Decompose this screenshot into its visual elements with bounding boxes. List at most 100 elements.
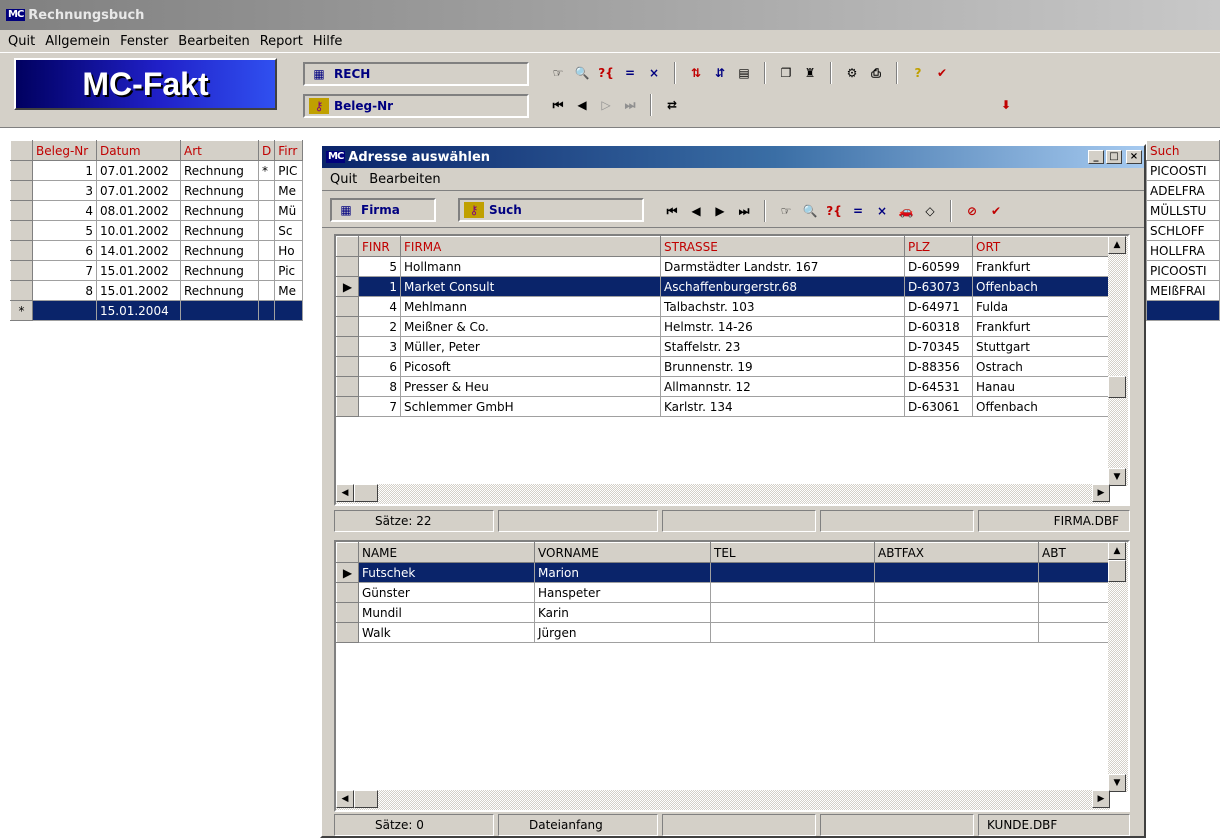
col-firma[interactable]: Firr: [274, 140, 304, 161]
scroll-left-icon[interactable]: ◀: [336, 484, 354, 502]
dialog-key-selector[interactable]: ⚷ Such: [458, 198, 644, 222]
menu-quit[interactable]: Quit: [8, 34, 35, 49]
col-name[interactable]: NAME: [358, 542, 535, 563]
zoom-icon[interactable]: 🔍: [572, 65, 592, 81]
col-datum[interactable]: Datum: [96, 140, 181, 161]
firms-horizontal-scrollbar[interactable]: ◀ ▶: [336, 484, 1110, 504]
table-row[interactable]: 1 07.01.2002 Rechnung * PIC: [10, 160, 304, 181]
col-plz[interactable]: PLZ: [904, 236, 973, 257]
checkmark-icon[interactable]: ✔: [932, 65, 952, 81]
menu-allgemein[interactable]: Allgemein: [45, 34, 110, 49]
stamp-icon[interactable]: ♜: [800, 65, 820, 81]
move-up-icon[interactable]: ⇅: [686, 65, 706, 81]
new-record-row[interactable]: [1146, 300, 1220, 321]
menu-bearbeiten[interactable]: Bearbeiten: [178, 34, 249, 49]
table-row[interactable]: 4 08.01.2002 Rechnung Mü: [10, 200, 304, 221]
dialog-table-selector[interactable]: ▦ Firma: [330, 198, 436, 222]
table-row[interactable]: MÜLLSTU: [1146, 200, 1220, 221]
col-beleg-nr[interactable]: Beleg-Nr: [32, 140, 97, 161]
table-row[interactable]: 5 Hollmann Darmstädter Landstr. 167 D-60599…: [336, 256, 1110, 277]
prev-record-icon[interactable]: ◀: [686, 203, 706, 219]
delete-icon[interactable]: ×: [872, 203, 892, 219]
table-row[interactable]: 6 Picosoft Brunnenstr. 19 D-88356 Ostrach: [336, 356, 1110, 377]
insert-icon[interactable]: =: [620, 65, 640, 81]
first-record-icon[interactable]: ⏮: [662, 203, 682, 219]
last-record-icon[interactable]: ⏭: [734, 203, 754, 219]
scroll-down-icon[interactable]: ▼: [1108, 468, 1126, 486]
table-row[interactable]: 6 14.01.2002 Rechnung Ho: [10, 240, 304, 261]
table-row[interactable]: PICOOSTI: [1146, 260, 1220, 281]
menu-fenster[interactable]: Fenster: [120, 34, 168, 49]
edit-record-icon[interactable]: ☞: [776, 203, 796, 219]
next-record-icon[interactable]: ▶: [710, 203, 730, 219]
table-row[interactable]: MEIßFRAI: [1146, 280, 1220, 301]
col-vorname[interactable]: VORNAME: [534, 542, 711, 563]
firms-vertical-scrollbar[interactable]: ▲ ▼: [1108, 236, 1128, 486]
car-icon[interactable]: 🚗: [896, 203, 916, 219]
insert-icon[interactable]: =: [848, 203, 868, 219]
confirm-icon[interactable]: ✔: [986, 203, 1006, 219]
scroll-up-icon[interactable]: ▲: [1108, 236, 1126, 254]
scroll-right-icon[interactable]: ▶: [1092, 790, 1110, 808]
key-selector[interactable]: ⚷ Beleg-Nr: [303, 94, 529, 118]
table-row[interactable]: 8 Presser & Heu Allmannstr. 12 D-64531 Hanau: [336, 376, 1110, 397]
delete-icon[interactable]: ×: [644, 65, 664, 81]
table-selector[interactable]: ▦ RECH: [303, 62, 529, 86]
table-row-selected[interactable]: ▶ Futschek Marion: [336, 562, 1110, 583]
scroll-left-icon[interactable]: ◀: [336, 790, 354, 808]
col-d[interactable]: D: [257, 140, 276, 161]
table-row[interactable]: 3 Müller, Peter Staffelstr. 23 D-70345 Stutt…: [336, 336, 1110, 357]
table-row[interactable]: ADELFRA: [1146, 180, 1220, 201]
table-row[interactable]: 7 15.01.2002 Rechnung Pic: [10, 260, 304, 281]
transfer-icon[interactable]: ⇄: [662, 97, 682, 113]
scroll-down-icon[interactable]: ▼: [1108, 774, 1126, 792]
minimize-button[interactable]: _: [1088, 150, 1104, 164]
col-firma[interactable]: FIRMA: [400, 236, 661, 257]
query-icon[interactable]: ?{: [824, 203, 844, 219]
query-icon[interactable]: ?{: [596, 65, 616, 81]
table-row[interactable]: 4 Mehlmann Talbachstr. 103 D-64971 Fulda: [336, 296, 1110, 317]
copy-icon[interactable]: ❐: [776, 65, 796, 81]
col-strasse[interactable]: STRASSE: [660, 236, 905, 257]
eraser-icon[interactable]: ◇: [920, 203, 940, 219]
table-row[interactable]: 5 10.01.2002 Rechnung Sc: [10, 220, 304, 241]
prev-record-icon[interactable]: ◀: [572, 97, 592, 113]
contacts-vertical-scrollbar[interactable]: ▲ ▼: [1108, 542, 1128, 792]
contacts-horizontal-scrollbar[interactable]: ◀ ▶: [336, 790, 1110, 810]
scroll-thumb[interactable]: [1108, 560, 1126, 582]
last-record-icon[interactable]: ⏭: [620, 97, 640, 113]
dialog-menu-bearbeiten[interactable]: Bearbeiten: [369, 172, 440, 187]
next-record-icon[interactable]: ▷: [596, 97, 616, 113]
cancel-icon[interactable]: ⊘: [962, 203, 982, 219]
table-row[interactable]: 3 07.01.2002 Rechnung Me: [10, 180, 304, 201]
zoom-icon[interactable]: 🔍: [800, 203, 820, 219]
table-row[interactable]: PICOOSTI: [1146, 160, 1220, 181]
col-finr[interactable]: FINR: [358, 236, 401, 257]
scroll-thumb[interactable]: [354, 790, 378, 808]
scroll-right-icon[interactable]: ▶: [1092, 484, 1110, 502]
table-view-icon[interactable]: ▤: [734, 65, 754, 81]
col-art[interactable]: Art: [180, 140, 259, 161]
col-such[interactable]: Such: [1146, 140, 1220, 161]
scroll-up-icon[interactable]: ▲: [1108, 542, 1126, 560]
table-row[interactable]: Mundil Karin: [336, 602, 1110, 623]
close-button[interactable]: ×: [1126, 150, 1142, 164]
table-row[interactable]: 7 Schlemmer GmbH Karlstr. 134 D-63061 Offenb…: [336, 396, 1110, 417]
col-ort[interactable]: ORT: [972, 236, 1110, 257]
down-arrow-icon[interactable]: ⬇: [996, 97, 1016, 113]
maximize-button[interactable]: □: [1106, 150, 1122, 164]
table-row[interactable]: SCHLOFF: [1146, 220, 1220, 241]
col-tel[interactable]: TEL: [710, 542, 875, 563]
print-icon[interactable]: ⎙: [866, 65, 886, 81]
menu-hilfe[interactable]: Hilfe: [313, 34, 343, 49]
table-row[interactable]: HOLLFRA: [1146, 240, 1220, 261]
table-row[interactable]: 8 15.01.2002 Rechnung Me: [10, 280, 304, 301]
menu-report[interactable]: Report: [260, 34, 303, 49]
first-record-icon[interactable]: ⏮: [548, 97, 568, 113]
table-row-selected[interactable]: ▶ 1 Market Consult Aschaffenburgerstr.68 D-6…: [336, 276, 1110, 297]
move-down-icon[interactable]: ⇵: [710, 65, 730, 81]
col-abt[interactable]: ABT: [1038, 542, 1110, 563]
col-abtfax[interactable]: ABTFAX: [874, 542, 1039, 563]
edit-record-icon[interactable]: ☞: [548, 65, 568, 81]
new-record-row[interactable]: * 15.01.2004: [10, 300, 304, 321]
